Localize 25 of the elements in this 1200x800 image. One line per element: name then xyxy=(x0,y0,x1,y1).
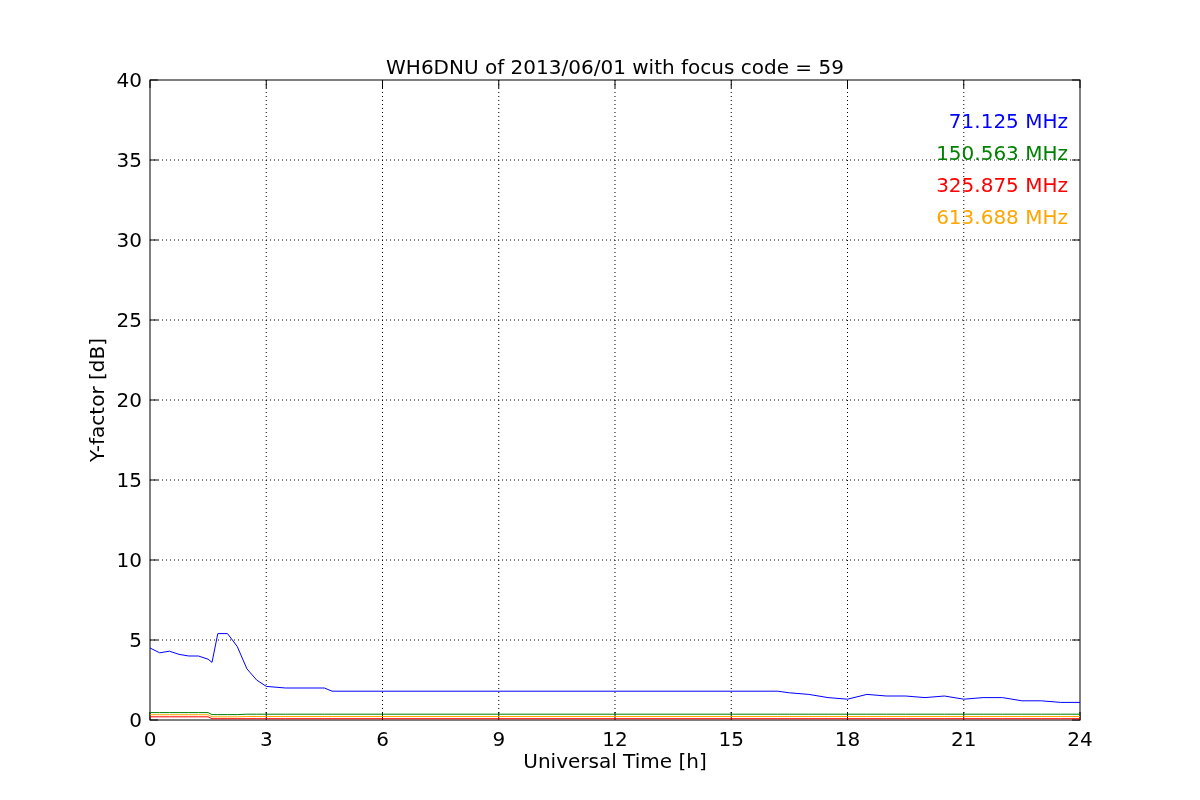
x-tick-label: 18 xyxy=(834,727,861,751)
y-tick-label: 40 xyxy=(116,68,142,92)
y-tick-label: 20 xyxy=(116,388,142,412)
y-tick-label: 30 xyxy=(116,228,142,252)
legend-label: 325.875 MHz xyxy=(936,173,1068,197)
chart-title: WH6DNU of 2013/06/01 with focus code = 59 xyxy=(386,55,844,79)
x-tick-label: 15 xyxy=(718,727,744,751)
legend-label: 613.688 MHz xyxy=(936,205,1068,229)
x-tick-label: 0 xyxy=(143,727,157,751)
y-tick-label: 35 xyxy=(116,148,142,172)
y-tick-label: 5 xyxy=(129,628,142,652)
y-tick-label: 10 xyxy=(116,548,142,572)
x-axis-label: Universal Time [h] xyxy=(523,749,707,773)
y-tick-label: 0 xyxy=(129,708,142,732)
x-tick-label: 24 xyxy=(1067,727,1093,751)
legend-label: 150.563 MHz xyxy=(936,141,1068,165)
legend-label: 71.125 MHz xyxy=(948,109,1068,133)
y-tick-label: 25 xyxy=(116,308,142,332)
x-tick-label: 3 xyxy=(259,727,273,751)
x-tick-label: 9 xyxy=(492,727,506,751)
x-tick-label: 12 xyxy=(602,727,628,751)
x-tick-label: 21 xyxy=(951,727,977,751)
y-tick-label: 15 xyxy=(116,468,142,492)
x-tick-label: 6 xyxy=(376,727,389,751)
y-axis-label: Y-factor [dB] xyxy=(85,338,109,462)
